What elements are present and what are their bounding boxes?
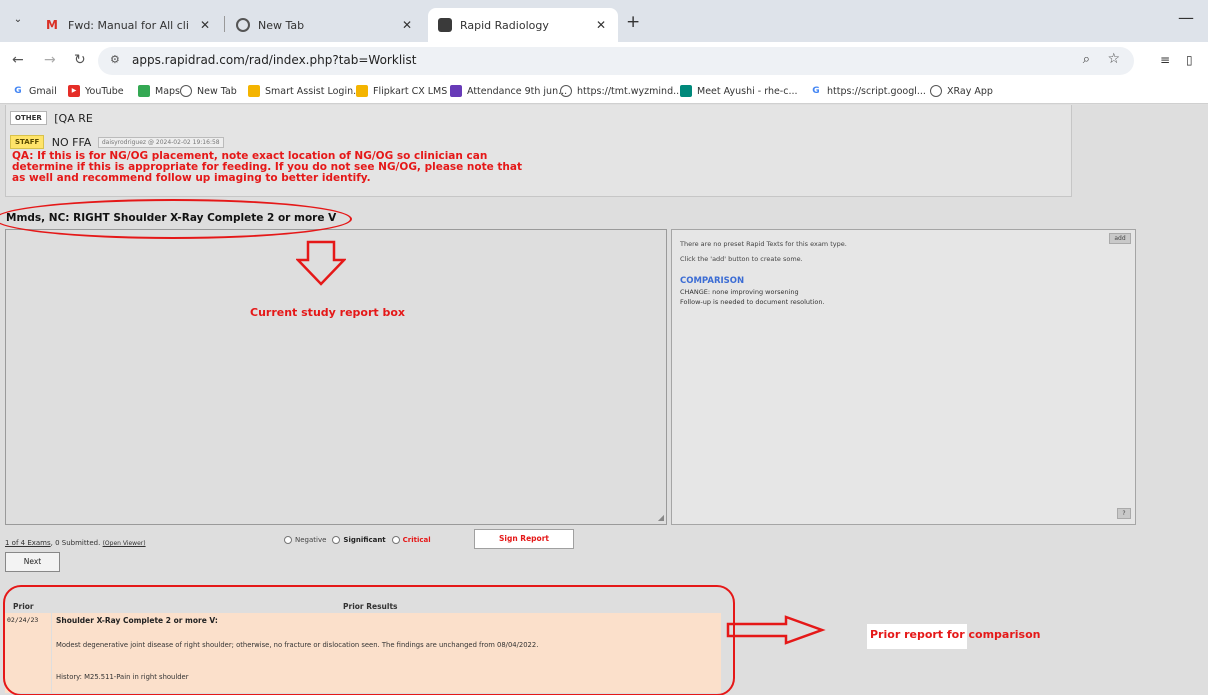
url-text: apps.rapidrad.com/rad/index.php?tab=Work…	[132, 53, 417, 67]
close-icon[interactable]: ✕	[200, 18, 210, 32]
exam-status: 1 of 4 Exams, 0 Submitted. (Open Viewer)	[5, 539, 146, 547]
close-icon[interactable]: ✕	[596, 18, 606, 32]
close-icon[interactable]: ✕	[402, 18, 412, 32]
worklist-page: OTHER [QA RE STAFF NO FFA daisyrodriguez…	[0, 105, 1208, 695]
staff-note-meta: daisyrodriguez @ 2024-02-02 19:16:58	[97, 136, 224, 148]
negative-radio[interactable]	[284, 536, 292, 544]
significant-radio[interactable]	[332, 536, 341, 544]
bookmark-xray-app[interactable]: XRay App	[930, 85, 993, 97]
other-note: OTHER [QA RE	[10, 111, 93, 125]
site-info-icon[interactable]: ⚙	[110, 53, 120, 66]
browser-toolbar: ← → ↻ ⚙ apps.rapidrad.com/rad/index.php?…	[0, 42, 1208, 79]
other-tag: OTHER	[10, 111, 47, 125]
result-radio-group: Negative Significant Critical	[278, 536, 431, 544]
minimize-button[interactable]: —	[1178, 8, 1194, 27]
tab-label: New Tab	[258, 18, 305, 32]
submitted-count: , 0 Submitted.	[50, 539, 101, 547]
reload-icon[interactable]: ↻	[74, 52, 86, 68]
add-rapid-text-button[interactable]: add	[1109, 233, 1131, 244]
rapid-texts-empty-message: There are no preset Rapid Texts for this…	[680, 240, 847, 248]
tab-label: Fwd: Manual for All clients - sh	[68, 18, 188, 32]
bookmark-smart-assist[interactable]: Smart Assist Login...	[248, 85, 362, 97]
flipkart-icon	[356, 85, 368, 97]
staff-note-value: NO FFA	[51, 135, 92, 149]
open-viewer-link[interactable]: (Open Viewer)	[103, 540, 146, 547]
app-icon	[438, 18, 452, 32]
side-panel-icon[interactable]: ▯	[1186, 53, 1193, 67]
sign-report-button[interactable]: Sign Report	[474, 529, 574, 549]
address-bar[interactable]: ⚙ apps.rapidrad.com/rad/index.php?tab=Wo…	[98, 47, 1134, 75]
bookmark-gmail[interactable]: G Gmail	[12, 85, 56, 97]
tab-new-tab[interactable]: New Tab ✕	[226, 8, 424, 42]
negative-label: Negative	[295, 536, 327, 544]
prior-report-highlight	[3, 585, 735, 695]
bookmark-youtube[interactable]: ▶ YouTube	[68, 85, 124, 97]
tab-gmail[interactable]: M Fwd: Manual for All clients - sh ✕	[36, 8, 222, 42]
change-line[interactable]: CHANGE: none improving worsening	[680, 288, 799, 296]
maps-icon	[138, 85, 150, 97]
next-button[interactable]: Next	[5, 552, 60, 572]
rapid-texts-hint: Click the 'add' button to create some.	[680, 255, 803, 263]
tab-rapid-radiology[interactable]: Rapid Radiology ✕	[428, 8, 618, 42]
resize-grip-icon[interactable]: ◢	[658, 513, 664, 522]
critical-radio[interactable]	[391, 536, 400, 544]
meet-icon	[680, 85, 692, 97]
bookmark-maps[interactable]: Maps	[138, 85, 180, 97]
staff-tag: STAFF	[10, 135, 45, 149]
bookmark-tmt[interactable]: https://tmt.wyzmind...	[560, 85, 682, 97]
globe-icon	[930, 85, 942, 97]
followup-line[interactable]: Follow-up is needed to document resoluti…	[680, 298, 825, 306]
bookmark-attendance[interactable]: Attendance 9th jun...	[450, 85, 567, 97]
tab-label: Rapid Radiology	[460, 18, 549, 32]
down-arrow-icon	[296, 240, 346, 286]
exam-notes-panel: OTHER [QA RE STAFF NO FFA daisyrodriguez…	[5, 105, 1072, 197]
forward-arrow-icon[interactable]: →	[44, 52, 56, 68]
tab-search-icon[interactable]: ⌄	[10, 14, 26, 28]
staff-note: STAFF NO FFA daisyrodriguez @ 2024-02-02…	[10, 135, 224, 149]
prior-annotation: Prior report for comparison	[870, 628, 1041, 641]
google-icon: G	[812, 86, 820, 96]
other-note-value: [QA RE	[54, 111, 93, 125]
globe-icon	[560, 85, 572, 97]
new-tab-button[interactable]: +	[626, 12, 640, 32]
bookmark-meet[interactable]: Meet Ayushi - rhe-c...	[680, 85, 798, 97]
youtube-icon: ▶	[68, 85, 80, 97]
form-icon	[450, 85, 462, 97]
qa-instructions: QA: If this is for NG/OG placement, note…	[12, 150, 523, 184]
bookmarks-bar: G Gmail ▶ YouTube Maps New Tab Smart Assis…	[0, 79, 1208, 104]
bookmark-star-icon[interactable]: ☆	[1107, 51, 1120, 67]
exam-title-highlight	[0, 199, 352, 239]
chrome-icon	[236, 18, 250, 32]
help-button[interactable]: ?	[1117, 508, 1131, 519]
reading-mode-icon[interactable]: ≡	[1160, 53, 1170, 67]
gmail-icon: M	[46, 18, 58, 32]
bookmark-new-tab[interactable]: New Tab	[180, 85, 237, 97]
browser-tab-bar: ⌄ M Fwd: Manual for All clients - sh ✕ N…	[0, 0, 1208, 42]
back-arrow-icon[interactable]: ←	[12, 52, 24, 68]
tab-divider	[224, 16, 225, 32]
report-box-annotation: Current study report box	[250, 306, 405, 319]
folder-icon	[248, 85, 260, 97]
rapid-texts-panel: add There are no preset Rapid Texts for …	[671, 229, 1136, 525]
critical-label: Critical	[402, 536, 431, 544]
right-arrow-icon	[726, 615, 826, 645]
zoom-icon[interactable]: ⌕	[1083, 52, 1090, 67]
google-icon: G	[14, 86, 22, 96]
exam-count-link[interactable]: 1 of 4 Exams	[5, 539, 51, 547]
comparison-heading[interactable]: COMPARISON	[680, 276, 744, 286]
significant-label: Significant	[343, 536, 386, 544]
bookmark-flipkart[interactable]: Flipkart CX LMS	[356, 85, 447, 97]
bookmark-script[interactable]: Ghttps://script.googl...	[810, 85, 926, 97]
chrome-icon	[180, 85, 192, 97]
